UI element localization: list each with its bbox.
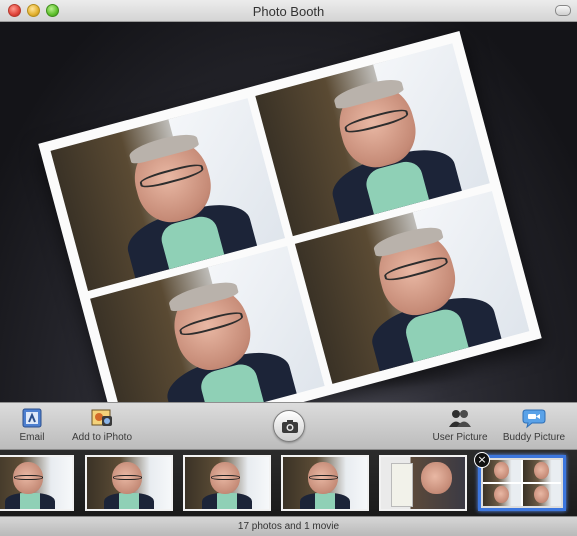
camera-icon xyxy=(282,420,298,433)
thumbnail-photo[interactable] xyxy=(0,455,74,511)
email-icon xyxy=(20,407,44,429)
buddy-picture-label: Buddy Picture xyxy=(502,432,566,443)
title-bar: Photo Booth xyxy=(0,0,577,22)
user-picture-button[interactable]: User Picture xyxy=(432,407,488,443)
thumbnail-photo[interactable] xyxy=(281,455,369,511)
add-to-iphoto-button[interactable]: Add to iPhoto xyxy=(70,407,134,443)
iphoto-icon xyxy=(90,407,114,429)
status-bar: 17 photos and 1 movie xyxy=(0,516,577,536)
buddy-picture-button[interactable]: Buddy Picture xyxy=(502,407,566,443)
buddy-picture-icon xyxy=(522,407,546,429)
delete-icon[interactable]: × xyxy=(474,452,490,468)
toolbar: Email Add to iPhoto User Picture Buddy P… xyxy=(0,402,577,450)
four-up-photo xyxy=(38,30,542,402)
take-photo-button[interactable] xyxy=(273,410,305,442)
thumbnail-photo[interactable] xyxy=(183,455,271,511)
user-picture-label: User Picture xyxy=(432,432,488,443)
thumbnail-movie[interactable] xyxy=(379,455,467,511)
thumbnail-photo[interactable] xyxy=(85,455,173,511)
user-picture-icon xyxy=(448,407,472,429)
filmstrip[interactable] xyxy=(0,450,577,516)
email-label: Email xyxy=(19,432,45,443)
thumbnail-four-up-selected[interactable] xyxy=(478,455,566,511)
toolbar-toggle-button[interactable] xyxy=(555,5,571,16)
photo-viewer xyxy=(0,22,577,402)
window-title: Photo Booth xyxy=(252,4,325,19)
email-button[interactable]: Email xyxy=(8,407,56,443)
iphoto-label: Add to iPhoto xyxy=(71,432,133,443)
